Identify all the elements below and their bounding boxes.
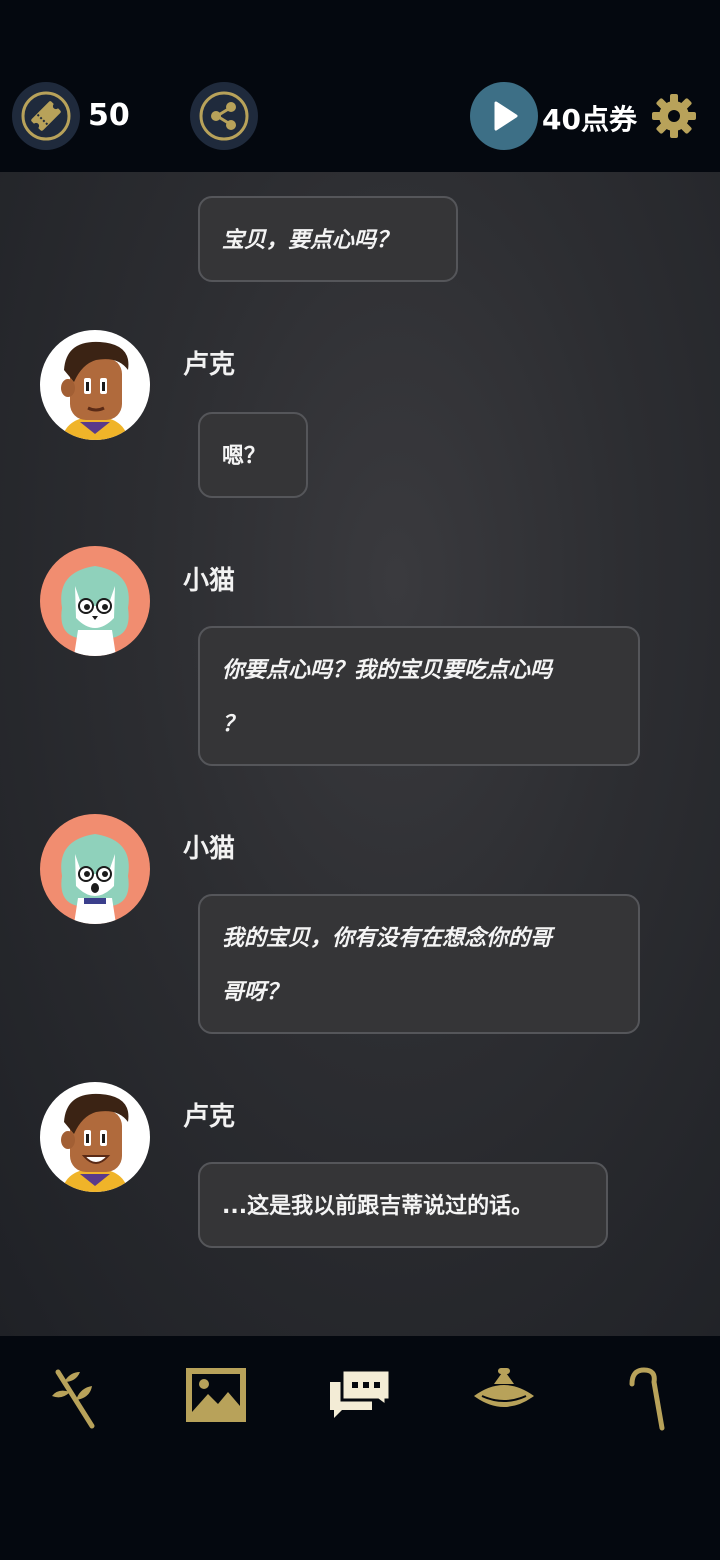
- cane-icon: [629, 1367, 665, 1431]
- message-text-line: 哥呀？: [222, 980, 289, 1005]
- message-bubble: 你要点心吗？我的宝贝要吃点心吗 ？: [198, 626, 640, 766]
- play-icon: [494, 101, 518, 131]
- luke-portrait-icon: [61, 1093, 129, 1192]
- nav-chat-button[interactable]: [328, 1366, 392, 1426]
- message-text-line: 我的宝贝，你有没有在想念你的哥: [222, 926, 553, 951]
- nav-cane-button[interactable]: [624, 1366, 668, 1436]
- message-bubble: 宝贝，要点心吗？: [198, 196, 458, 282]
- speaker-name: 小猫: [183, 834, 236, 864]
- message-bubble: 我的宝贝，你有没有在想念你的哥 哥呀？: [198, 894, 640, 1034]
- speaker-name: 卢克: [183, 350, 236, 380]
- chat-icon: [330, 1368, 392, 1418]
- message-text: 嗯？: [222, 444, 267, 469]
- cat-portrait-icon: [61, 566, 129, 656]
- bottom-nav: [0, 1336, 720, 1560]
- nav-sprout-button[interactable]: [46, 1366, 102, 1434]
- luke-portrait-icon: [61, 341, 129, 440]
- settings-button[interactable]: [650, 92, 698, 144]
- avatar-luke[interactable]: [40, 1082, 150, 1192]
- points-label: 40点券: [542, 103, 637, 136]
- share-icon: [199, 91, 249, 141]
- chat-area[interactable]: 宝贝，要点心吗？ 卢克 嗯？ 小猫 你要点心吗？我的宝贝要吃点心吗 ？ 小猫 我…: [0, 172, 720, 1336]
- message-text-line: ？: [222, 712, 245, 737]
- avatar-cat[interactable]: [40, 814, 150, 924]
- nav-gallery-button[interactable]: [184, 1366, 248, 1428]
- message-text: ...这是我以前跟吉蒂说过的话。: [222, 1194, 534, 1219]
- sprout-icon: [52, 1369, 95, 1429]
- gear-icon: [652, 94, 696, 138]
- cat-portrait-icon: [61, 834, 129, 924]
- avatar-luke[interactable]: [40, 330, 150, 440]
- ticket-icon: [21, 91, 71, 141]
- top-bar: 50 40点券: [0, 0, 720, 172]
- message-bubble: 嗯？: [198, 412, 308, 498]
- ticket-count: 50: [88, 98, 130, 133]
- message-bubble: ...这是我以前跟吉蒂说过的话。: [198, 1162, 608, 1248]
- message-text-line: 你要点心吗？我的宝贝要吃点心吗: [222, 658, 553, 683]
- play-ad-button[interactable]: [470, 82, 538, 150]
- avatar-cat[interactable]: [40, 546, 150, 656]
- speaker-name: 小猫: [183, 566, 236, 596]
- hat-icon: [474, 1368, 534, 1407]
- ticket-button[interactable]: [12, 82, 80, 150]
- message-text: 宝贝，要点心吗？: [222, 228, 399, 253]
- speaker-name: 卢克: [183, 1102, 236, 1132]
- share-button[interactable]: [190, 82, 258, 150]
- gallery-icon: [186, 1368, 246, 1422]
- nav-hat-button[interactable]: [472, 1366, 536, 1422]
